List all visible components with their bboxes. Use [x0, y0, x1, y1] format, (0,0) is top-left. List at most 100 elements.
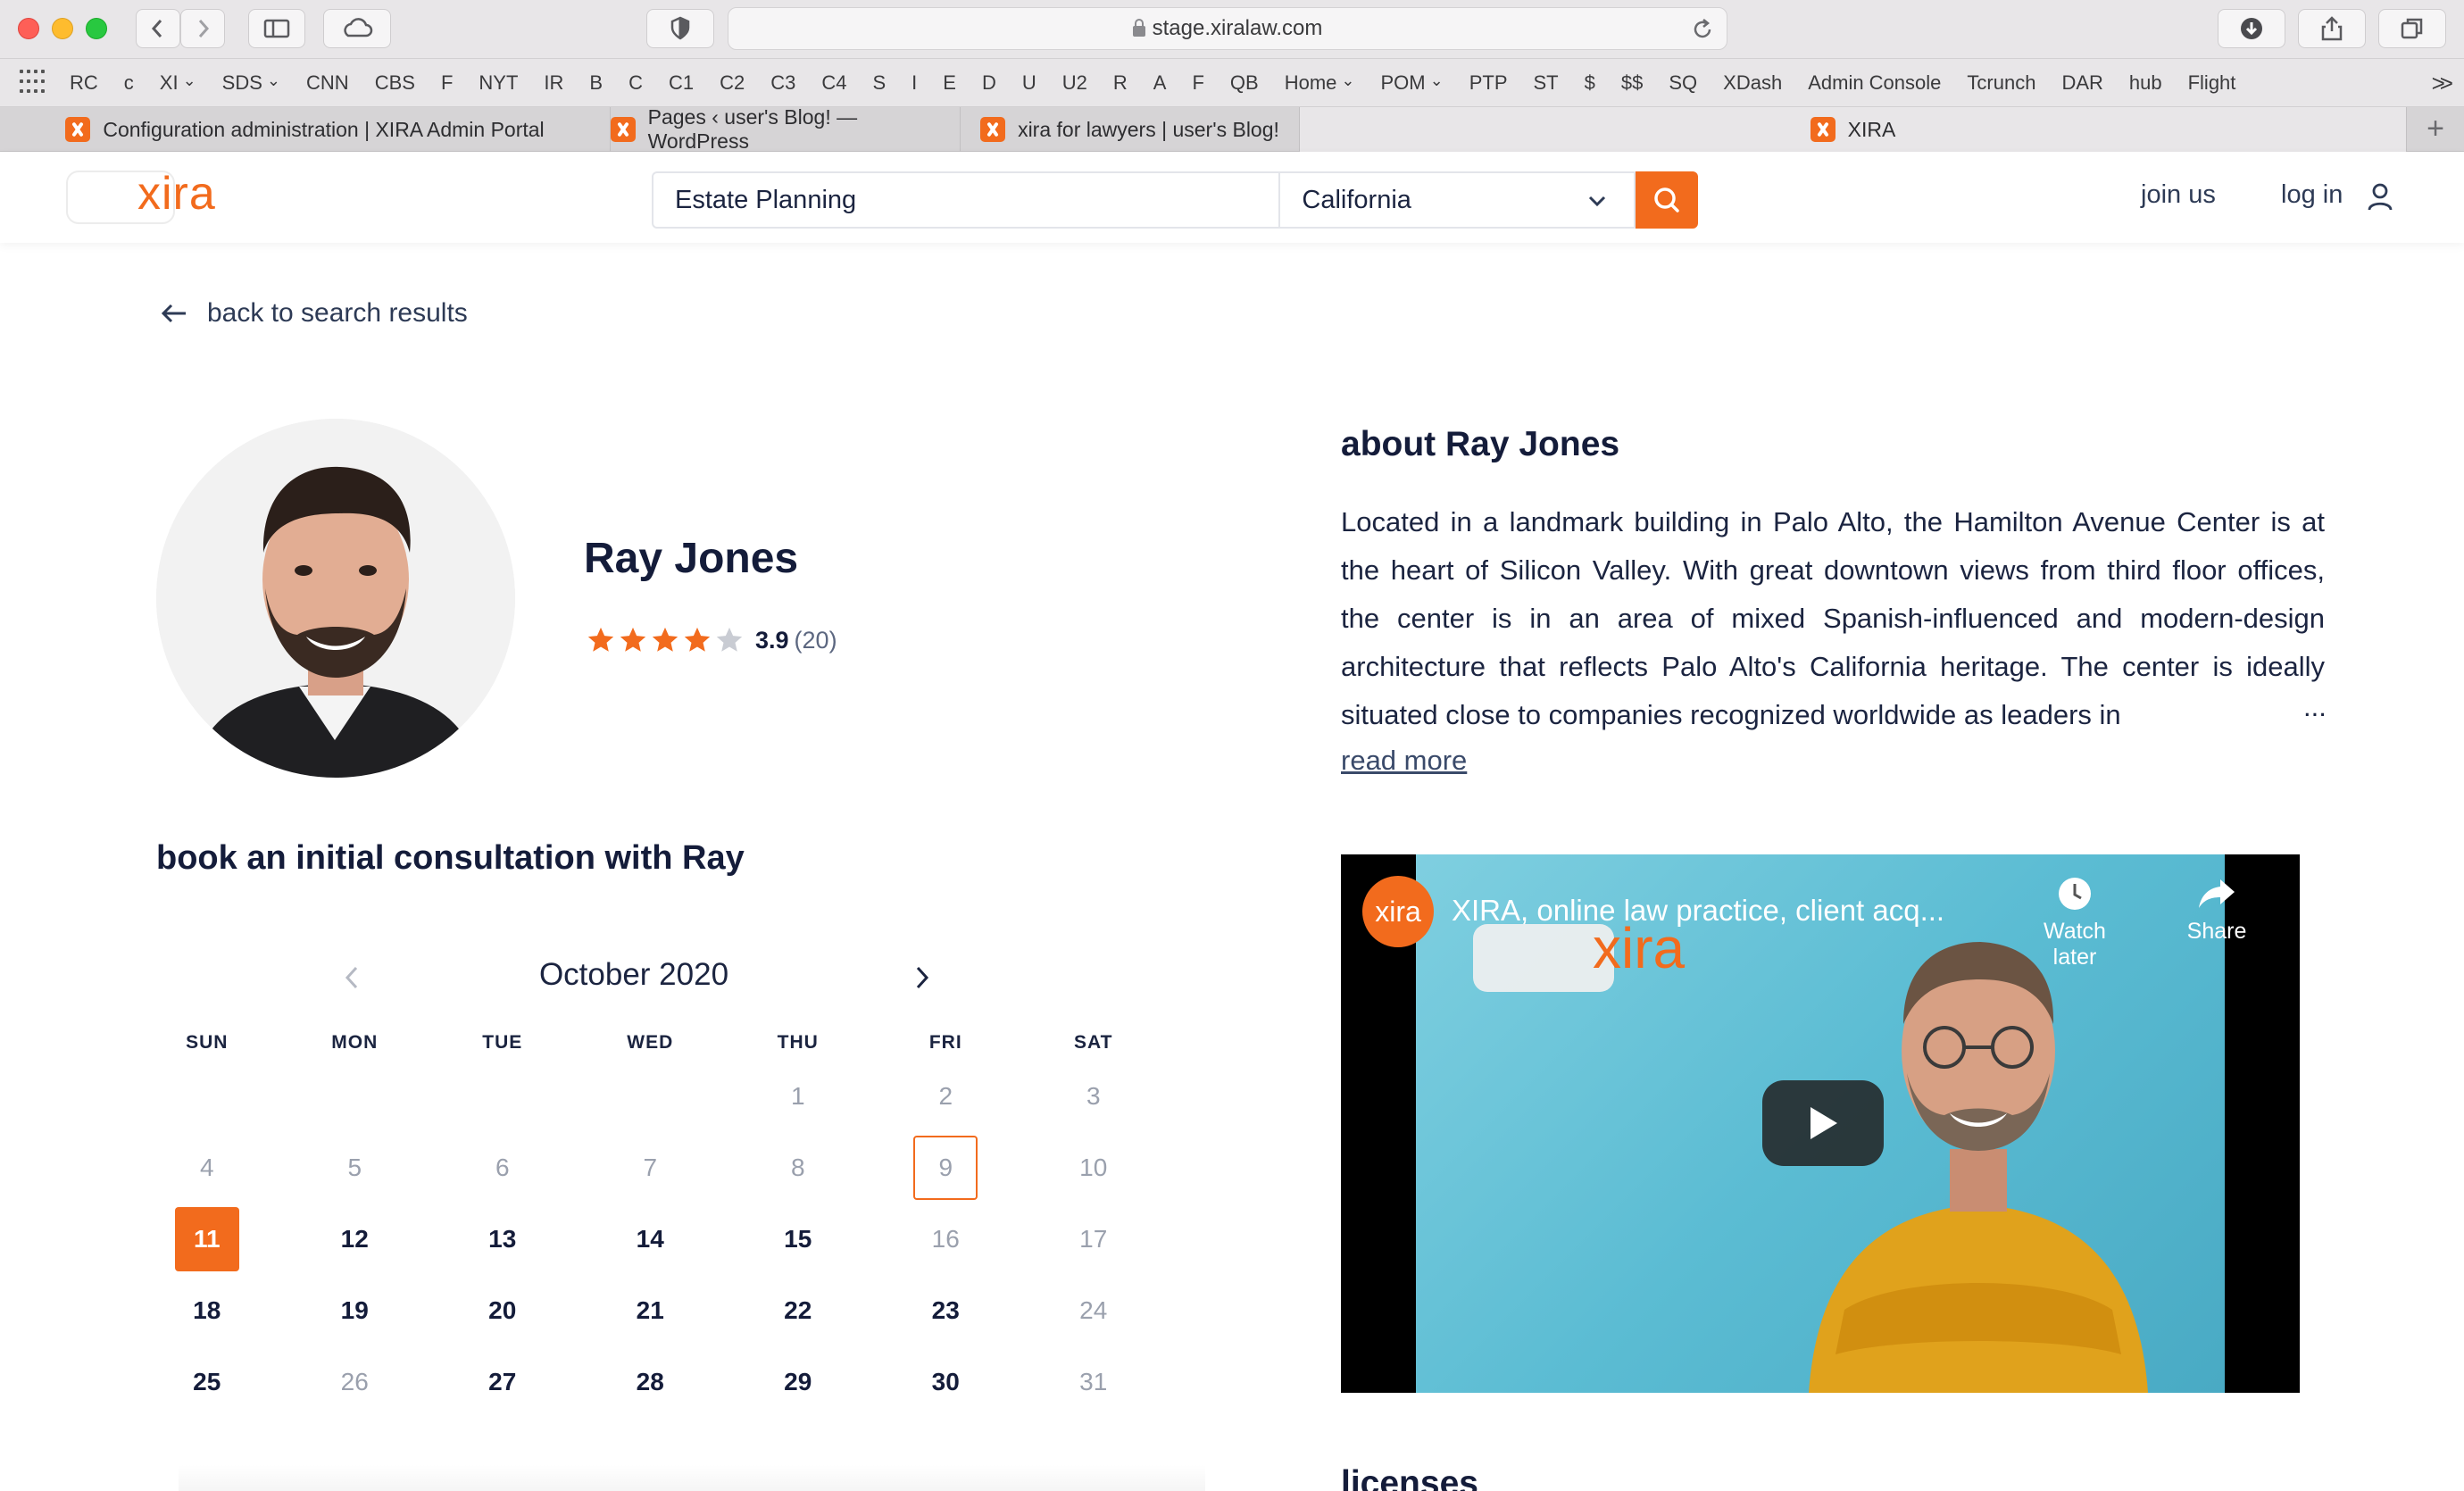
minimize-window-button[interactable] [52, 18, 73, 39]
calendar-day[interactable]: 30 [872, 1346, 1020, 1418]
calendar-day[interactable]: 13 [429, 1204, 577, 1275]
calendar-day-number: 26 [340, 1368, 369, 1395]
lawyer-name: Ray Jones [584, 535, 799, 582]
privacy-report-button[interactable] [646, 9, 714, 48]
bookmark-item[interactable]: R [1113, 71, 1128, 95]
close-window-button[interactable] [18, 18, 39, 39]
bookmark-item[interactable]: C2 [720, 71, 745, 95]
next-month-button[interactable] [911, 964, 932, 991]
calendar-empty-cell [429, 1061, 577, 1132]
intro-video-player[interactable]: xira XIRA, online law practice, client a… [1341, 854, 2300, 1393]
bookmark-item[interactable]: C1 [669, 71, 694, 95]
fullscreen-window-button[interactable] [86, 18, 107, 39]
calendar-day[interactable]: 25 [133, 1346, 281, 1418]
bookmark-item[interactable]: Flight [2188, 71, 2236, 95]
calendar-day[interactable]: 29 [724, 1346, 872, 1418]
bookmark-item[interactable]: XI [160, 71, 196, 95]
join-us-link[interactable]: join us [2141, 180, 2216, 210]
calendar-day[interactable]: 22 [724, 1275, 872, 1346]
bookmark-item[interactable]: $ [1585, 71, 1595, 95]
bookmark-item[interactable]: U [1022, 71, 1036, 95]
calendar-day[interactable]: 15 [724, 1204, 872, 1275]
browser-tab[interactable]: xira for lawyers | user's Blog! [961, 107, 1300, 152]
video-title[interactable]: XIRA, online law practice, client acq... [1452, 894, 1944, 928]
calendar-day[interactable]: 14 [577, 1204, 725, 1275]
bookmark-item[interactable]: XDash [1723, 71, 1782, 95]
log-in-link[interactable]: log in [2281, 180, 2343, 210]
downloads-button[interactable] [2218, 9, 2285, 48]
bookmark-item[interactable]: C3 [770, 71, 795, 95]
watch-later-button[interactable]: Watch later [2021, 876, 2128, 970]
bookmark-item[interactable]: I [912, 71, 917, 95]
review-count[interactable]: (20) [795, 627, 837, 654]
user-icon[interactable] [2367, 182, 2393, 212]
calendar-day[interactable]: 28 [577, 1346, 725, 1418]
apps-grid-icon[interactable] [20, 69, 46, 96]
calendar-day[interactable]: 19 [281, 1275, 429, 1346]
video-share-button[interactable]: Share [2163, 876, 2270, 945]
bookmark-item[interactable]: CNN [306, 71, 349, 95]
calendar-day-selected[interactable]: 11 [133, 1204, 281, 1275]
calendar-day[interactable]: 23 [872, 1275, 1020, 1346]
tab-overview-button[interactable] [2378, 9, 2446, 48]
xira-favicon-icon [65, 117, 91, 142]
new-tab-button[interactable]: + [2407, 107, 2464, 151]
browser-tab[interactable]: Pages ‹ user's Blog! — WordPress [611, 105, 961, 153]
bookmark-item[interactable]: C [628, 71, 643, 95]
bookmark-item[interactable]: B [589, 71, 603, 95]
browser-tab[interactable]: Configuration administration | XIRA Admi… [0, 107, 611, 152]
bookmark-item[interactable]: F [1192, 71, 1203, 95]
bookmark-item[interactable]: U2 [1062, 71, 1087, 95]
bookmark-item[interactable]: E [943, 71, 956, 95]
bookmark-item[interactable]: DAR [2061, 71, 2102, 95]
calendar-day[interactable]: 12 [281, 1204, 429, 1275]
bookmark-item[interactable]: Tcrunch [1967, 71, 2035, 95]
calendar-day[interactable]: 27 [429, 1346, 577, 1418]
bookmark-item[interactable]: Home [1285, 71, 1355, 95]
calendar-day[interactable]: 18 [133, 1275, 281, 1346]
bookmark-item[interactable]: CBS [375, 71, 415, 95]
read-more-link[interactable]: read more [1341, 745, 1467, 777]
reload-icon[interactable] [1691, 18, 1714, 41]
bookmark-item[interactable]: D [982, 71, 996, 95]
calendar-day[interactable]: 21 [577, 1275, 725, 1346]
bookmark-item[interactable]: c [124, 71, 134, 95]
bookmark-item[interactable]: SQ [1669, 71, 1697, 95]
forward-nav-button[interactable] [180, 9, 225, 48]
bookmark-item[interactable]: RC [70, 71, 98, 95]
bookmark-item[interactable]: S [872, 71, 886, 95]
bookmark-item[interactable]: IR [544, 71, 563, 95]
bookmark-item[interactable]: SDS [222, 71, 280, 95]
bookmark-item[interactable]: A [1153, 71, 1167, 95]
bookmark-item[interactable]: POM [1380, 71, 1443, 95]
share-button[interactable] [2298, 9, 2366, 48]
bookmarks-overflow-button[interactable]: >> [2432, 70, 2454, 97]
bookmark-item[interactable]: QB [1230, 71, 1259, 95]
sidebar-toggle-button[interactable] [248, 9, 305, 48]
star-filled-icon [587, 627, 614, 652]
xira-logo[interactable]: xira [66, 168, 216, 225]
play-button[interactable] [1762, 1080, 1884, 1166]
address-bar[interactable]: stage.xiralaw.com [728, 7, 1727, 50]
bookmark-item[interactable]: NYT [479, 71, 518, 95]
bookmark-item[interactable]: F [441, 71, 453, 95]
channel-avatar[interactable]: xira [1362, 876, 1434, 947]
bookmark-item[interactable]: PTP [1469, 71, 1508, 95]
icloud-tabs-button[interactable] [323, 9, 391, 48]
practice-area-search-input[interactable] [652, 171, 1279, 229]
calendar-day-number: 2 [938, 1082, 953, 1110]
back-nav-button[interactable] [136, 9, 180, 48]
location-select[interactable]: California [1278, 171, 1636, 229]
bookmark-item[interactable]: C4 [821, 71, 846, 95]
bookmark-item[interactable]: hub [2129, 71, 2162, 95]
search-button[interactable] [1636, 171, 1698, 229]
browser-tab[interactable]: XIRA [1300, 107, 2407, 152]
bookmark-item[interactable]: ST [1534, 71, 1559, 95]
calendar-day[interactable]: 20 [429, 1275, 577, 1346]
bookmark-item[interactable]: $$ [1621, 71, 1643, 95]
xira-favicon-icon [611, 117, 636, 142]
calendar-day-number: 16 [931, 1225, 960, 1253]
bookmark-item[interactable]: Admin Console [1808, 71, 1941, 95]
previous-month-button[interactable] [342, 964, 363, 991]
back-to-results-link[interactable]: back to search results [161, 298, 468, 329]
